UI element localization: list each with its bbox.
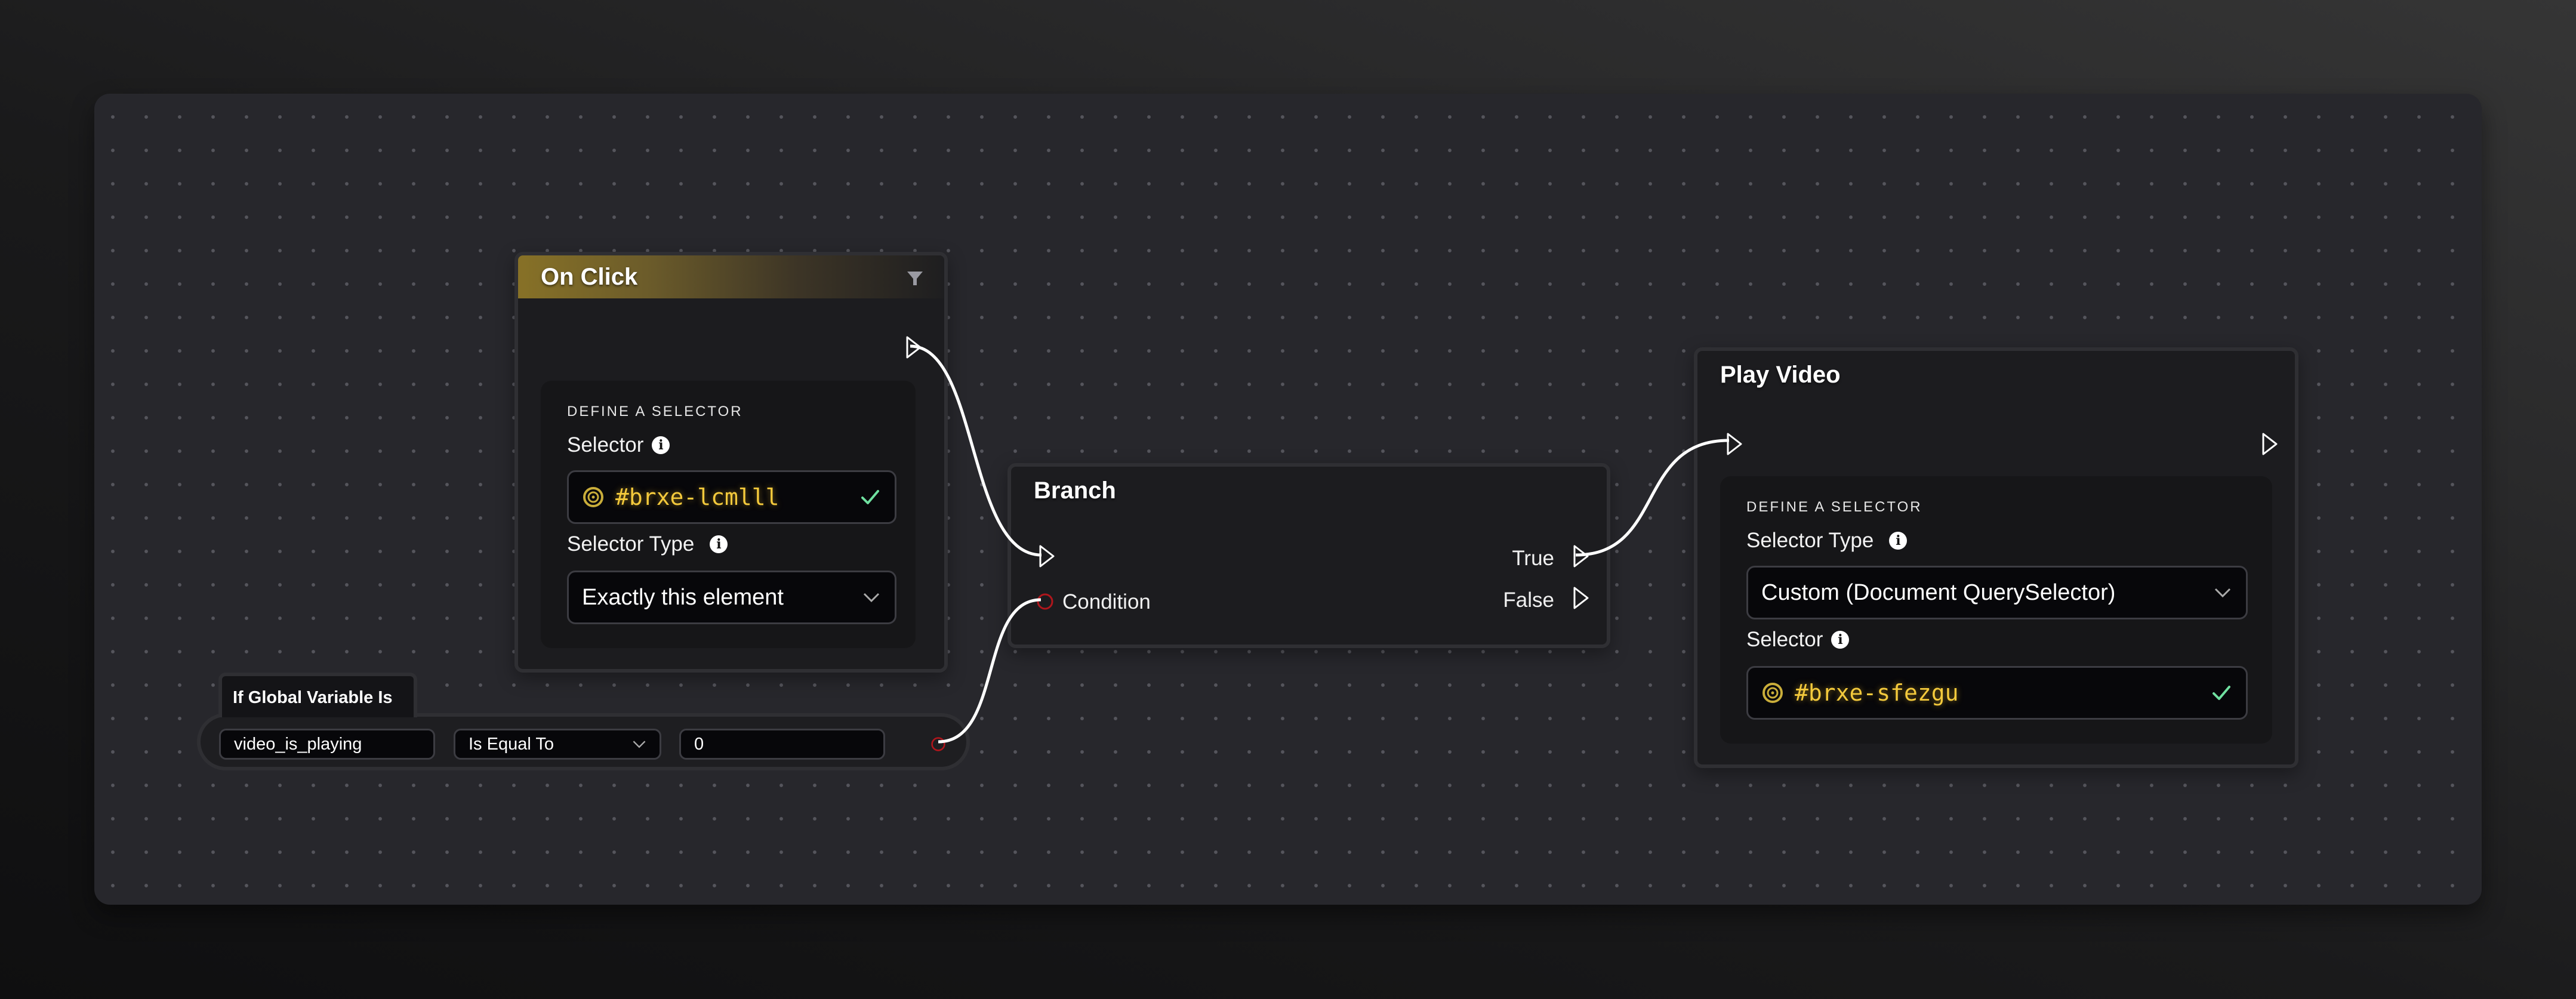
filter-icon[interactable] [906,270,924,286]
selector-value: #brxe-sfezgu [1795,680,1959,706]
global-variable-tab[interactable]: If Global Variable Is [218,673,417,717]
selector-label-text: Selector [567,433,644,457]
chevron-down-icon [2214,588,2231,598]
on-click-node[interactable]: On Click DEFINE A SELECTOR Selector i #b… [514,252,948,673]
selector-label: Selector i [1746,628,1850,652]
selector-type-label: Selector Type i [1746,529,1908,553]
operator-select[interactable]: Is Equal To [454,729,661,760]
info-icon[interactable]: i [710,535,728,553]
exec-in-port[interactable] [1038,544,1056,568]
selector-label-text: Selector [1746,628,1823,651]
node-title: If Global Variable Is [233,688,393,707]
selector-panel: DEFINE A SELECTOR Selector Type i Custom… [1720,476,2272,744]
target-icon [1762,683,1783,703]
selector-input[interactable]: #brxe-sfezgu [1746,666,2248,720]
selector-type-label-text: Selector Type [567,532,695,556]
chevron-down-icon [863,593,880,603]
selector-panel: DEFINE A SELECTOR Selector i #brxe-lcmll… [541,381,916,648]
node-title: Play Video [1720,362,1841,388]
selector-type-value: Custom (Document QuerySelector) [1761,579,2116,605]
variable-name-input[interactable]: video_is_playing [219,729,435,760]
operator-value: Is Equal To [469,734,554,754]
selector-type-label-text: Selector Type [1746,529,1874,552]
selector-type-value: Exactly this element [582,584,784,610]
selector-label: Selector i [567,433,670,457]
false-label: False [1503,588,1554,612]
panel-heading: DEFINE A SELECTOR [1746,499,1922,515]
play-video-node[interactable]: Play Video DEFINE A SELECTOR Selector Ty… [1694,347,2298,768]
true-out-port[interactable] [1572,544,1590,568]
exec-out-port[interactable] [905,335,923,359]
info-icon[interactable]: i [1889,532,1908,550]
selector-input[interactable]: #brxe-lcmlll [567,470,896,524]
variable-name-value: video_is_playing [234,734,362,754]
condition-label: Condition [1062,590,1151,613]
node-title: On Click [541,264,638,290]
compare-value-input[interactable]: 0 [679,729,885,760]
info-icon[interactable]: i [652,436,670,454]
selector-type-select[interactable]: Custom (Document QuerySelector) [1746,566,2248,619]
selector-type-label: Selector Type i [567,532,728,556]
check-icon [2213,686,2230,700]
branch-node[interactable]: Branch Condition True False [1007,463,1610,648]
exec-in-port[interactable] [1725,432,1743,456]
info-icon[interactable]: i [1831,631,1850,649]
selector-type-select[interactable]: Exactly this element [567,571,896,624]
global-variable-node[interactable]: video_is_playing Is Equal To 0 [197,713,970,770]
compare-value: 0 [694,734,704,754]
true-label: True [1512,547,1554,570]
selector-value: #brxe-lcmlll [615,484,779,510]
node-title: Branch [1034,477,1116,504]
condition-port[interactable] [1036,593,1054,610]
target-icon [583,487,603,507]
panel-heading: DEFINE A SELECTOR [567,403,743,420]
check-icon [861,490,879,504]
exec-out-port[interactable] [2261,432,2279,456]
chevron-down-icon [633,741,646,748]
boolean-out-port[interactable] [930,736,946,752]
false-out-port[interactable] [1572,586,1590,610]
